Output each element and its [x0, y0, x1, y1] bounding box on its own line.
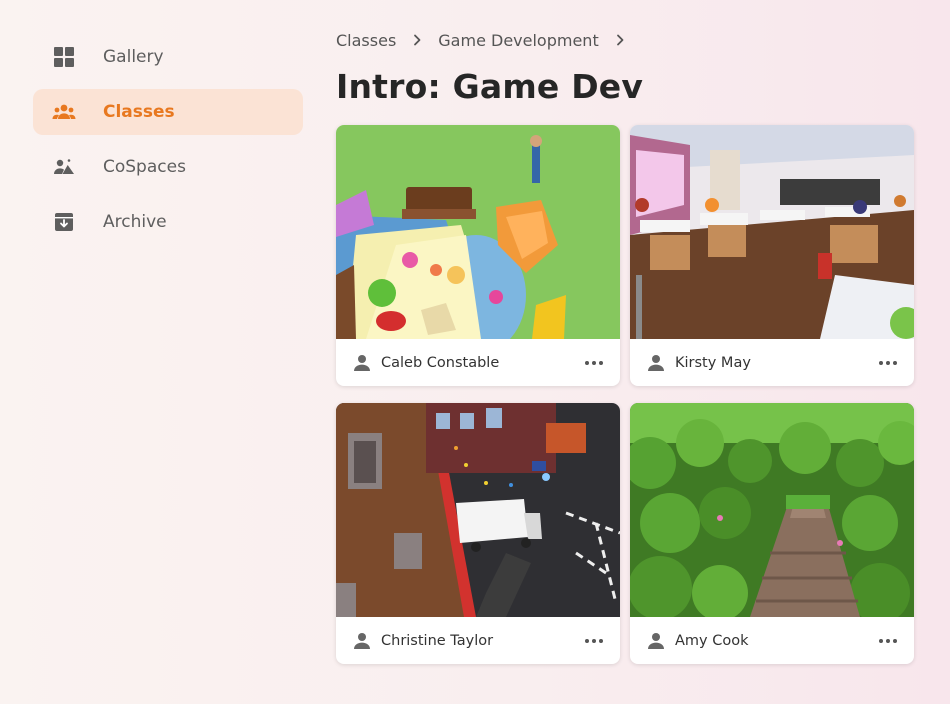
sidebar-item-label: Gallery [103, 47, 164, 67]
sidebar-item-label: CoSpaces [103, 157, 186, 177]
cospace-thumbnail [336, 403, 620, 617]
card-owner-name: Amy Cook [675, 632, 749, 649]
cospace-card[interactable]: Caleb Constable [336, 125, 620, 386]
card-footer: Amy Cook [630, 617, 914, 664]
sidebar-item-archive[interactable]: Archive [33, 199, 303, 245]
grid-icon [51, 44, 77, 70]
archive-icon [51, 209, 77, 235]
main-content: Classes Game Development Intro: Game Dev [336, 28, 916, 664]
sidebar-item-classes[interactable]: Classes [33, 89, 303, 135]
person-icon [352, 631, 372, 651]
more-options-icon[interactable] [582, 351, 606, 375]
sidebar-item-gallery[interactable]: Gallery [33, 34, 303, 80]
more-options-icon[interactable] [582, 629, 606, 653]
more-options-icon[interactable] [876, 351, 900, 375]
cospace-thumbnail [336, 125, 620, 339]
person-icon [646, 353, 666, 373]
sidebar-item-label: Classes [103, 102, 175, 122]
sidebar-item-label: Archive [103, 212, 167, 232]
card-owner-name: Christine Taylor [381, 632, 494, 649]
cospace-card[interactable]: Amy Cook [630, 403, 914, 664]
chevron-right-icon [610, 30, 630, 50]
cospaces-icon [51, 154, 77, 180]
cospace-card[interactable]: Kirsty May [630, 125, 914, 386]
cospace-thumbnail [630, 125, 914, 339]
breadcrumb-game-development[interactable]: Game Development [438, 31, 598, 50]
cospace-thumbnail [630, 403, 914, 617]
sidebar-item-cospaces[interactable]: CoSpaces [33, 144, 303, 190]
person-icon [646, 631, 666, 651]
people-icon [51, 99, 77, 125]
card-footer: Kirsty May [630, 339, 914, 386]
cospace-card[interactable]: Christine Taylor [336, 403, 620, 664]
breadcrumb: Classes Game Development [336, 28, 916, 52]
card-owner-name: Caleb Constable [381, 354, 500, 371]
card-owner-name: Kirsty May [675, 354, 751, 371]
chevron-right-icon [407, 30, 427, 50]
breadcrumb-classes[interactable]: Classes [336, 31, 396, 50]
person-icon [352, 353, 372, 373]
card-footer: Caleb Constable [336, 339, 620, 386]
sidebar: Gallery Classes CoSpaces Archive [33, 34, 303, 254]
cospace-grid: Caleb Constable Kirsty May Christine Tay… [336, 125, 914, 664]
more-options-icon[interactable] [876, 629, 900, 653]
page-title: Intro: Game Dev [336, 67, 644, 106]
card-footer: Christine Taylor [336, 617, 620, 664]
